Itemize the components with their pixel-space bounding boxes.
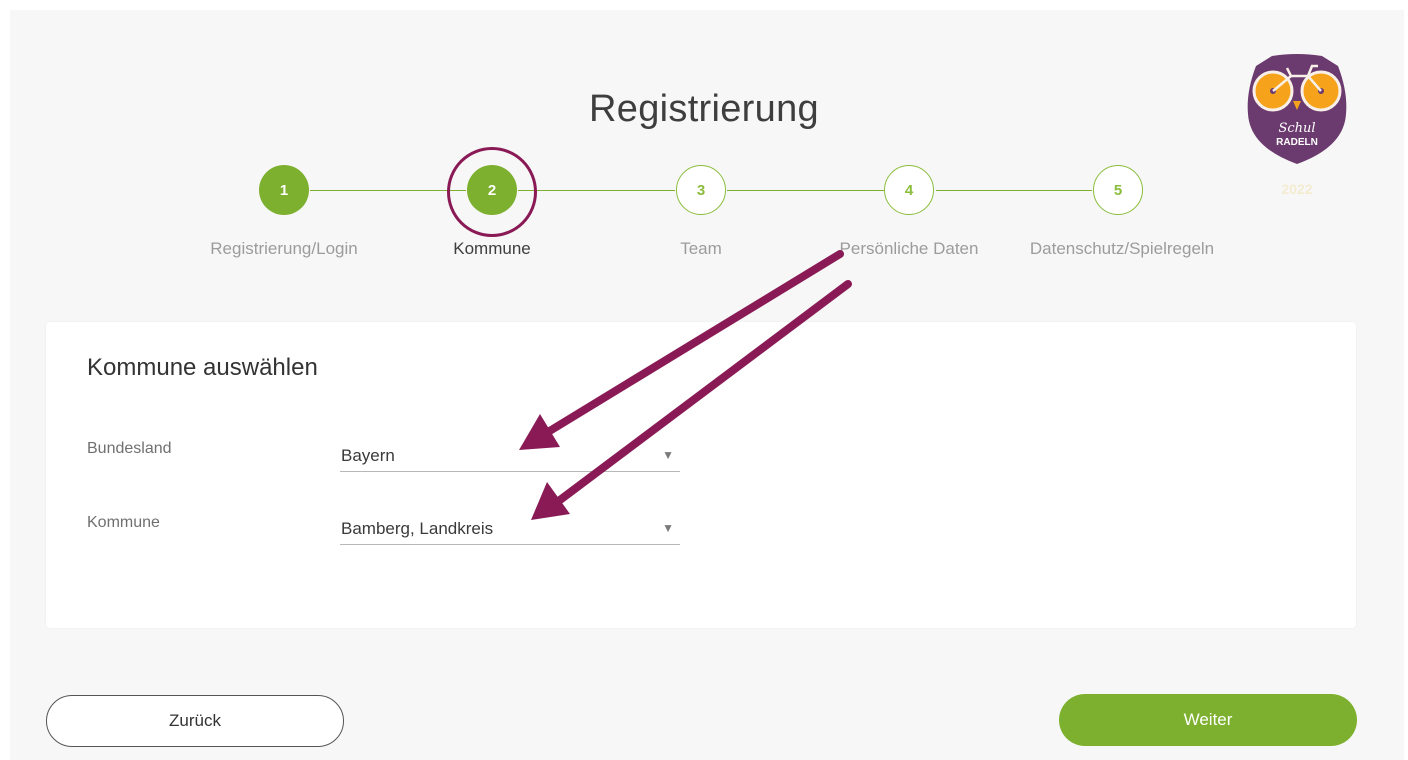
- step-3-label: Team: [680, 239, 722, 258]
- logo-text-radeln: RADELN: [1276, 137, 1318, 148]
- step-connector: [518, 190, 675, 191]
- step-2-label: Kommune: [453, 239, 531, 258]
- step-3-circle[interactable]: 3: [676, 165, 726, 215]
- bundesland-value: Bayern: [341, 446, 395, 465]
- step-5-label: Datenschutz/Spielregeln: [1029, 239, 1215, 258]
- owl-bicycle-logo: Schul RADELN 2022: [1247, 54, 1347, 197]
- caret-down-icon: ▼: [662, 521, 674, 535]
- kommune-value: Bamberg, Landkreis: [341, 519, 494, 538]
- kommune-select[interactable]: Bamberg, Landkreis ▼: [340, 511, 680, 545]
- next-button[interactable]: Weiter: [1059, 694, 1357, 746]
- step-connector: [310, 190, 466, 191]
- step-1-circle[interactable]: 1: [259, 165, 309, 215]
- step-connector: [727, 190, 884, 191]
- step-4-label: Persönliche Daten: [839, 239, 979, 258]
- logo-year: 2022: [1281, 181, 1312, 197]
- step-4-circle[interactable]: 4: [884, 165, 934, 215]
- caret-down-icon: ▼: [662, 448, 674, 462]
- bundesland-select[interactable]: Bayern ▼: [340, 438, 680, 472]
- step-1-label: Registrierung/Login: [210, 239, 358, 258]
- card-title: Kommune auswählen: [87, 354, 318, 381]
- back-button[interactable]: Zurück: [46, 695, 344, 747]
- kommune-label: Kommune: [87, 514, 160, 531]
- logo-text-schul: Schul: [1278, 121, 1315, 136]
- step-5-circle[interactable]: 5: [1093, 165, 1143, 215]
- bundesland-label: Bundesland: [87, 440, 172, 457]
- kommune-card: Kommune auswählen Bundesland Bayern ▼ Ko…: [46, 322, 1356, 628]
- page-title: Registrierung: [589, 88, 819, 130]
- step-connector: [936, 190, 1092, 191]
- annotation-highlight-ring: [447, 147, 537, 237]
